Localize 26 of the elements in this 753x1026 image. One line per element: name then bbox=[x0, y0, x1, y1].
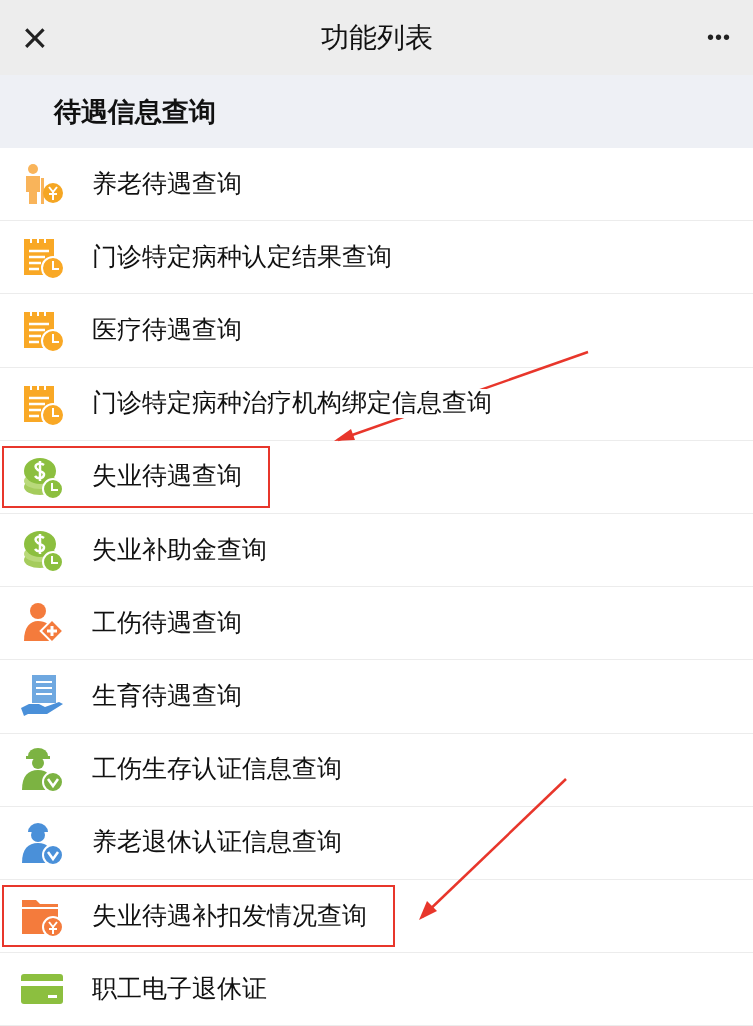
menu-item[interactable]: 养老退休认证信息查询 bbox=[0, 806, 753, 880]
close-button[interactable]: × bbox=[18, 15, 52, 60]
item-label: 职工电子退休证 bbox=[92, 974, 267, 1004]
item-label: 养老待遇查询 bbox=[92, 169, 242, 199]
page-title: 功能列表 bbox=[321, 19, 434, 56]
item-label: 门诊特定病种治疗机构绑定信息查询 bbox=[92, 389, 492, 419]
menu-item[interactable]: 失业补助金查询 bbox=[0, 513, 753, 588]
item-label: 失业补助金查询 bbox=[92, 535, 267, 565]
item-label: 门诊特定病种认定结果查询 bbox=[92, 242, 392, 272]
section-title: 待遇信息查询 bbox=[54, 94, 216, 129]
menu-item[interactable]: 工伤待遇查询 bbox=[0, 587, 753, 661]
item-label: 医疗待遇查询 bbox=[92, 316, 242, 345]
menu-item[interactable]: 养老待遇查询 bbox=[0, 148, 753, 222]
menu-item[interactable]: 生育待遇查询 bbox=[0, 660, 753, 734]
menu-item[interactable]: 工伤生存认证信息查询 bbox=[0, 733, 753, 807]
menu-item[interactable]: 门诊特定病种认定结果查询 bbox=[0, 221, 753, 295]
item-label: 失业待遇补扣发情况查询 bbox=[92, 901, 367, 931]
menu-item[interactable]: 职工电子退休证 bbox=[0, 953, 753, 1026]
item-label: 生育待遇查询 bbox=[92, 682, 242, 711]
menu-item[interactable]: 失业待遇补扣发情况查询 bbox=[0, 879, 753, 954]
more-button[interactable]: ••• bbox=[703, 26, 735, 49]
menu-item[interactable]: 医疗待遇查询 bbox=[0, 294, 753, 368]
menu-item[interactable]: 失业待遇查询 bbox=[0, 440, 753, 514]
item-label: 工伤待遇查询 bbox=[92, 608, 242, 638]
menu-item[interactable]: 门诊特定病种治疗机构绑定信息查询 bbox=[0, 367, 753, 441]
item-label: 工伤生存认证信息查询 bbox=[92, 755, 342, 784]
